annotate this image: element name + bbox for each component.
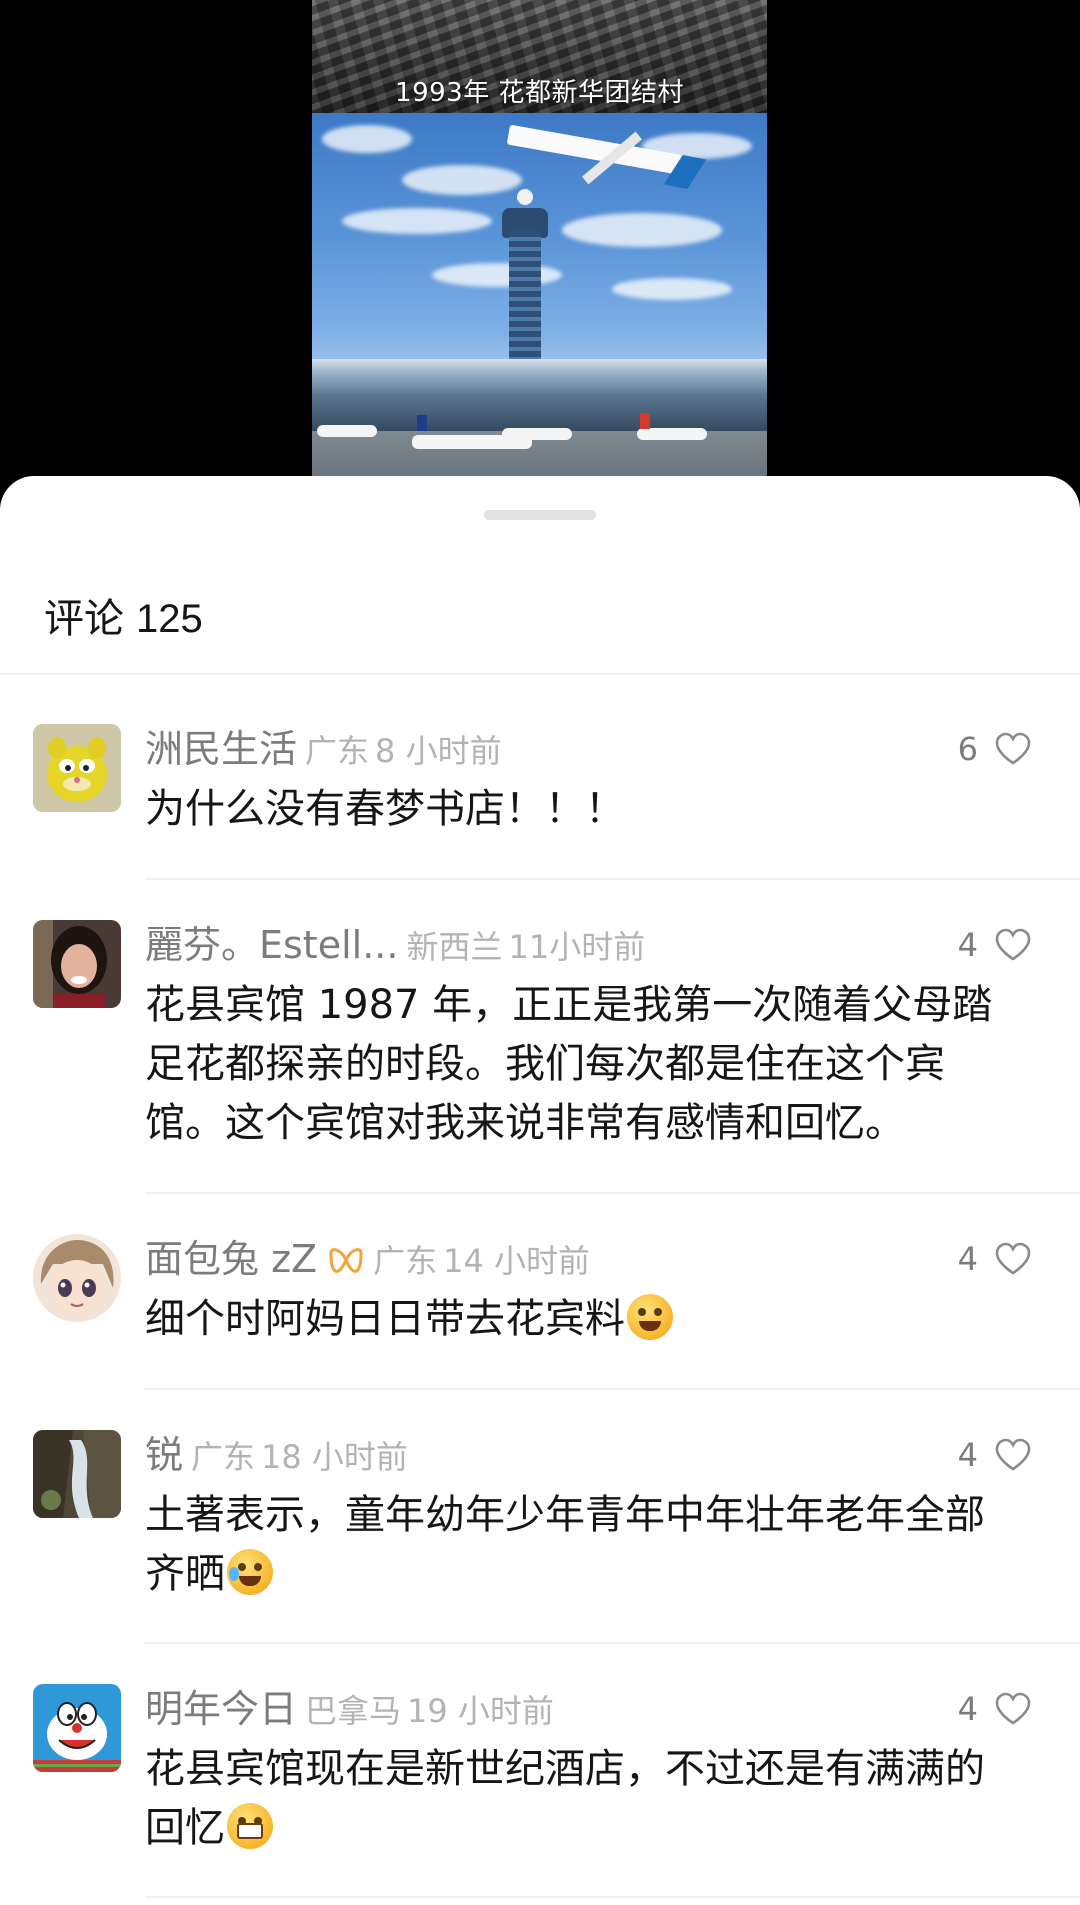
like-count: 4 bbox=[957, 926, 978, 964]
location: 广东 bbox=[191, 1438, 256, 1476]
comment-text: 花县宾馆 1987 年，正正是我第一次随着父母踏足花都探亲的时段。我们每次都是住… bbox=[145, 982, 993, 1146]
username[interactable]: 锐 bbox=[145, 1433, 183, 1477]
comment-text: 土著表示，童年幼年少年青年中年壮年老年全部齐晒 bbox=[145, 1492, 985, 1597]
location: 新西兰 bbox=[406, 928, 503, 966]
video-caption: 1993年 花都新华团结村 bbox=[395, 78, 684, 108]
location: 巴拿马 bbox=[305, 1692, 402, 1730]
username[interactable]: 麗芬。Estell... bbox=[145, 923, 398, 967]
like-control[interactable]: 4 bbox=[958, 1234, 1032, 1284]
comment-divider bbox=[145, 1192, 1080, 1194]
like-control[interactable]: 4 bbox=[958, 920, 1032, 970]
comments-header: 评论 125 bbox=[44, 586, 203, 644]
timestamp: 14 小时前 bbox=[443, 1242, 590, 1280]
username[interactable]: 洲民生活 bbox=[145, 727, 297, 771]
laughing-crying-emoji-icon bbox=[227, 1549, 273, 1595]
airport-photo bbox=[312, 113, 767, 478]
video-player[interactable]: 1993年 花都新华团结村 bbox=[312, 0, 767, 478]
photo-avatar-icon bbox=[33, 920, 121, 1008]
doraemon-avatar-icon bbox=[33, 1684, 121, 1772]
comment-divider bbox=[145, 878, 1080, 880]
sweat-face-emoji-icon bbox=[627, 1294, 673, 1340]
location: 广东 bbox=[305, 732, 370, 770]
bow-badge-icon bbox=[329, 1248, 363, 1273]
heart-icon[interactable] bbox=[994, 732, 1032, 766]
control-tower-shape bbox=[509, 231, 541, 371]
comment-meta: 麗芬。Estell... 新西兰 11小时前 bbox=[145, 920, 645, 970]
like-count: 4 bbox=[957, 1690, 978, 1728]
username[interactable]: 面包兔 zZ bbox=[145, 1237, 317, 1281]
comment-divider bbox=[145, 1642, 1080, 1644]
comment-meta: 面包兔 zZ 广东 14 小时前 bbox=[145, 1234, 590, 1284]
user-avatar[interactable] bbox=[33, 1684, 121, 1772]
drag-handle[interactable] bbox=[484, 510, 596, 520]
user-avatar[interactable] bbox=[33, 1430, 121, 1518]
timestamp: 11小时前 bbox=[508, 928, 646, 966]
timestamp: 18 小时前 bbox=[261, 1438, 408, 1476]
comment-text: 花县宾馆现在是新世纪酒店，不过还是有满满的回忆 bbox=[145, 1746, 985, 1851]
comment-meta: 锐广东 18 小时前 bbox=[145, 1430, 408, 1480]
anime-avatar-icon bbox=[33, 1234, 121, 1322]
like-count: 4 bbox=[957, 1240, 978, 1278]
like-control[interactable]: 4 bbox=[958, 1684, 1032, 1734]
like-count: 6 bbox=[957, 730, 978, 768]
comment-meta: 洲民生活 广东 8 小时前 bbox=[145, 724, 502, 774]
location: 广东 bbox=[373, 1242, 438, 1280]
grinning-emoji-icon bbox=[227, 1803, 273, 1849]
comment-sheet: 评论 125 洲民生活 广东 8 小时前 6 为什么没有春梦书店！！！ 麗芬。E… bbox=[0, 476, 1080, 1905]
like-control[interactable]: 4 bbox=[958, 1430, 1032, 1480]
like-control[interactable]: 6 bbox=[958, 724, 1032, 774]
timestamp: 19 小时前 bbox=[407, 1692, 554, 1730]
heart-icon[interactable] bbox=[994, 1438, 1032, 1472]
comment-text: 细个时阿妈日日带去花宾料 bbox=[145, 1290, 1020, 1349]
heart-icon[interactable] bbox=[994, 1692, 1032, 1726]
heart-icon[interactable] bbox=[994, 1242, 1032, 1276]
heart-icon[interactable] bbox=[994, 928, 1032, 962]
timestamp: 8 小时前 bbox=[375, 732, 502, 770]
header-divider bbox=[0, 673, 1080, 675]
garfield-avatar-icon bbox=[33, 724, 121, 812]
like-count: 4 bbox=[957, 1436, 978, 1474]
terminal-building-shape bbox=[312, 371, 767, 431]
comments-title: 评论 bbox=[44, 597, 124, 641]
comments-count: 125 bbox=[136, 597, 203, 641]
user-avatar[interactable] bbox=[33, 1234, 121, 1322]
user-avatar[interactable] bbox=[33, 920, 121, 1008]
comment-divider bbox=[145, 1896, 1080, 1898]
username[interactable]: 明年今日 bbox=[145, 1687, 297, 1731]
comment-divider bbox=[145, 1388, 1080, 1390]
comment-meta: 明年今日 巴拿马 19 小时前 bbox=[145, 1684, 554, 1734]
comment-text: 为什么没有春梦书店！！！ bbox=[145, 786, 625, 832]
waterfall-avatar-icon bbox=[33, 1430, 121, 1518]
user-avatar[interactable] bbox=[33, 724, 121, 812]
